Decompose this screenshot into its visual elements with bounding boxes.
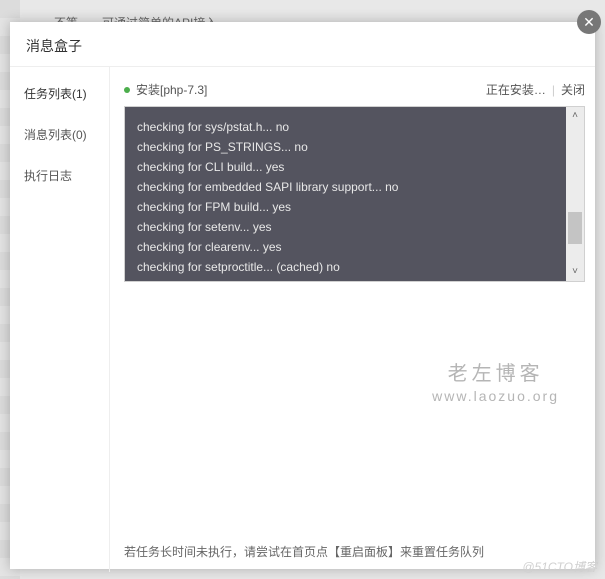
scroll-up-icon[interactable]: ˄ xyxy=(572,111,578,121)
status-dot-icon xyxy=(124,87,130,93)
sidebar-item-tasks[interactable]: 任务列表(1) xyxy=(10,73,109,114)
sidebar: 任务列表(1) 消息列表(0) 执行日志 xyxy=(10,67,110,572)
console-line: checking for CLI build... yes xyxy=(137,157,554,177)
close-icon[interactable]: ✕ xyxy=(577,10,601,34)
sidebar-item-messages[interactable]: 消息列表(0) xyxy=(10,114,109,155)
task-row: 安装[php-7.3] 正在安装… | 关闭 xyxy=(124,81,585,106)
watermark-en: www.laozuo.org xyxy=(432,388,559,404)
console-line: checking for FPM build... yes xyxy=(137,197,554,217)
separator: | xyxy=(552,83,555,97)
console-line: checking for setenv... yes xyxy=(137,217,554,237)
console-line: checking for embedded SAPI library suppo… xyxy=(137,177,554,197)
modal-title: 消息盒子 xyxy=(10,22,595,67)
scrollbar[interactable]: ˄ ˅ xyxy=(566,107,584,281)
console-line: checking for clearenv... yes xyxy=(137,237,554,257)
content-area: 安装[php-7.3] 正在安装… | 关闭 checking for sys/… xyxy=(110,67,595,572)
task-close-link[interactable]: 关闭 xyxy=(561,81,585,98)
task-status: 正在安装… xyxy=(486,81,546,98)
task-name: 安装[php-7.3] xyxy=(136,81,207,98)
console-line: checking for PS_STRINGS... no xyxy=(137,137,554,157)
modal-body: 任务列表(1) 消息列表(0) 执行日志 安装[php-7.3] 正在安装… |… xyxy=(10,67,595,572)
watermark: 老左博客 www.laozuo.org xyxy=(432,357,559,404)
scrollbar-thumb[interactable] xyxy=(568,212,582,244)
scroll-down-icon[interactable]: ˅ xyxy=(572,267,578,277)
watermark-cn: 老左博客 xyxy=(432,357,559,386)
footer-tip: 若任务长时间未执行，请尝试在首页点【重启面板】来重置任务队列 xyxy=(124,543,484,560)
message-box-modal: ✕ 消息盒子 任务列表(1) 消息列表(0) 执行日志 安装[php-7.3] … xyxy=(10,22,595,569)
console-text: checking for sys/pstat.h... no checking … xyxy=(125,107,566,281)
outer-watermark: @51CTO博客 xyxy=(522,558,597,575)
sidebar-item-logs[interactable]: 执行日志 xyxy=(10,155,109,196)
console-output: checking for sys/pstat.h... no checking … xyxy=(124,106,585,282)
console-line: checking for setproctitle... (cached) no xyxy=(137,257,554,277)
console-line: checking for sys/pstat.h... no xyxy=(137,117,554,137)
